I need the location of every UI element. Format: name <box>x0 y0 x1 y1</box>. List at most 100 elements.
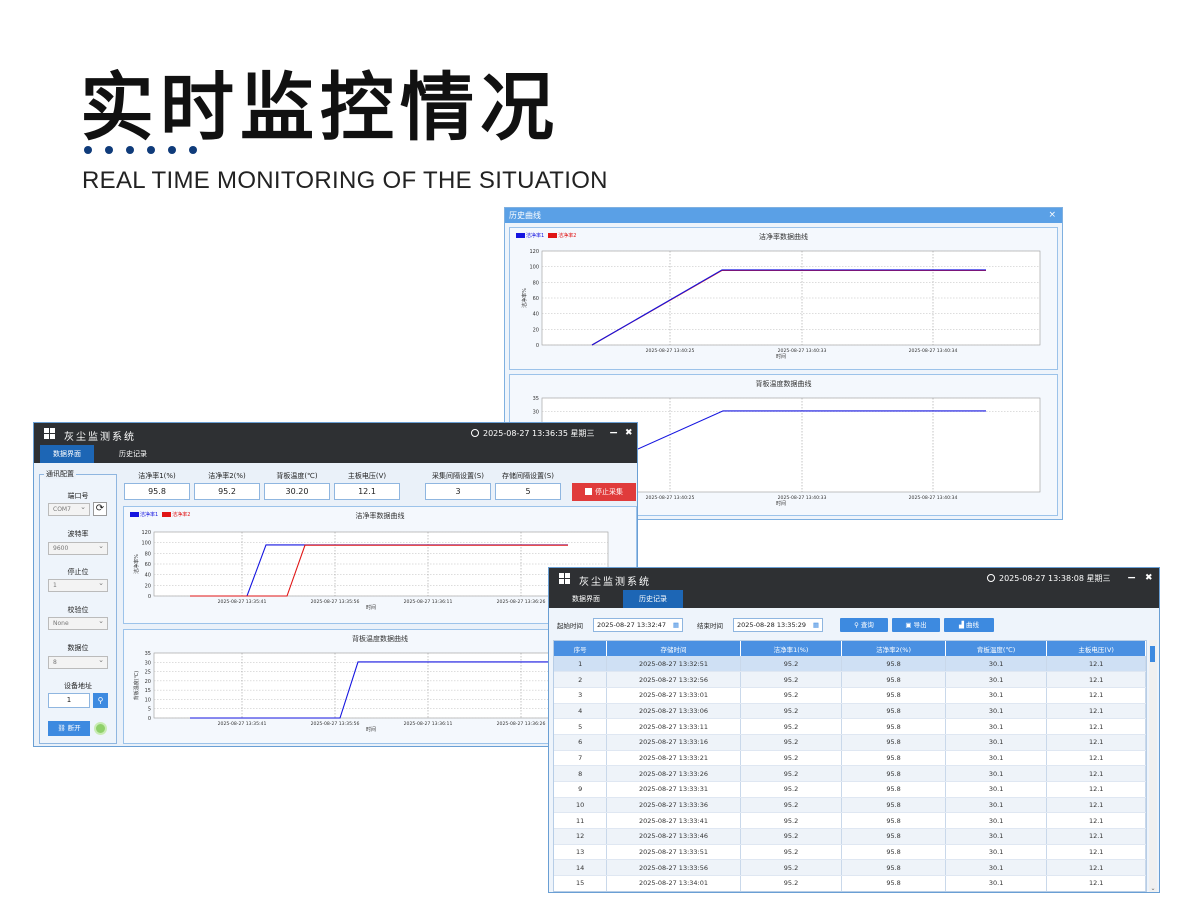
databits-select[interactable]: 8 <box>48 655 108 669</box>
table-scrollbar[interactable]: ⌄ <box>1149 640 1157 892</box>
stop-collection-button[interactable]: 停止采集 <box>572 483 636 501</box>
close-button[interactable]: ✖ <box>625 428 633 438</box>
table-cell: 95.2 <box>740 875 843 891</box>
baud-select[interactable]: 9600 <box>48 541 108 555</box>
history-curve-titlebar: 历史曲线 × <box>505 208 1062 223</box>
search-icon[interactable]: ⚲ <box>93 693 108 708</box>
table-row[interactable]: 12 2025-08-27 13:33:46 95.2 95.8 30.1 12.1 <box>554 828 1146 845</box>
end-time-input[interactable]: 2025-08-28 13:35:29 ▦ <box>733 618 823 632</box>
hw-chart-top-panel: 洁净率1 洁净率2 洁净率数据曲线 120 100 80 60 40 20 0 2025-08… <box>509 227 1058 370</box>
table-cell: 12.1 <box>1046 828 1146 845</box>
tab-history[interactable]: 历史记录 <box>623 590 683 608</box>
hero-title: 实时监控情况 <box>80 65 560 151</box>
parity-label: 校验位 <box>67 606 89 614</box>
table-cell: 95.2 <box>740 828 843 845</box>
calendar-icon[interactable]: ▦ <box>673 619 679 631</box>
chart-icon: ▟ <box>958 621 967 629</box>
plot-area <box>153 531 609 597</box>
table-cell: 2025-08-27 13:33:16 <box>606 734 741 751</box>
curve-button[interactable]: ▟ 曲线 <box>944 618 994 632</box>
table-row[interactable]: 1 2025-08-27 13:32:51 95.2 95.8 30.1 12.1 <box>554 656 1146 673</box>
table-cell: 2025-08-27 13:33:11 <box>606 718 741 735</box>
table-cell: 2025-08-27 13:33:31 <box>606 781 741 798</box>
reading-value: 95.2 <box>194 483 260 500</box>
table-row[interactable]: 14 2025-08-27 13:33:56 95.2 95.8 30.1 12.1 <box>554 859 1146 877</box>
close-icon[interactable]: × <box>1048 208 1056 223</box>
tab-data[interactable]: 数据界面 <box>561 590 611 608</box>
table-row[interactable]: 13 2025-08-27 13:33:51 95.2 95.8 30.1 12.1 <box>554 844 1146 861</box>
refresh-icon[interactable]: ⟳ <box>93 502 107 516</box>
stop-icon <box>585 488 592 495</box>
table-cell: 12.1 <box>1046 875 1146 891</box>
calendar-icon[interactable]: ▦ <box>813 619 819 631</box>
column-header[interactable]: 背板温度(℃) <box>945 641 1048 656</box>
table-cell: 95.2 <box>740 781 843 798</box>
column-header[interactable]: 存储时间 <box>606 641 741 656</box>
x-axis-label: 时间 <box>366 726 376 733</box>
table-row[interactable]: 5 2025-08-27 13:33:11 95.2 95.8 30.1 12.1 <box>554 718 1146 735</box>
port-label: 端口号 <box>67 492 89 500</box>
column-header[interactable]: 序号 <box>554 641 608 656</box>
table-cell: 12.1 <box>1046 718 1146 735</box>
table-row[interactable]: 10 2025-08-27 13:33:36 95.2 95.8 30.1 12.1 <box>554 797 1146 814</box>
app-title: 灰尘监测系统 <box>64 432 136 443</box>
x-tick-label: 2025-08-27 13:35:56 <box>311 599 360 605</box>
table-row[interactable]: 4 2025-08-27 13:33:06 95.2 95.8 30.1 12.1 <box>554 703 1146 720</box>
main-app-titlebar: 灰尘监测系统 2025-08-27 13:36:35 星期三 − ✖ <box>34 423 637 445</box>
reading-label: 背板温度(℃) <box>276 472 318 480</box>
table-cell: 12.1 <box>1046 671 1146 688</box>
reading-value: 12.1 <box>334 483 400 500</box>
query-button[interactable]: ⚲ 查询 <box>840 618 888 632</box>
table-row[interactable]: 7 2025-08-27 13:33:21 95.2 95.8 30.1 12.1 <box>554 750 1146 767</box>
y-tick-label: 0 <box>536 343 539 349</box>
reading-value[interactable]: 3 <box>425 483 491 500</box>
table-cell: 95.8 <box>841 671 946 688</box>
minimize-button[interactable]: − <box>1127 571 1136 584</box>
tab-data[interactable]: 数据界面 <box>40 445 94 463</box>
table-cell: 2025-08-27 13:33:51 <box>606 844 741 861</box>
y-tick-label: 20 <box>145 583 151 589</box>
hero-subtitle: REAL TIME MONITORING OF THE SITUATION <box>82 167 608 194</box>
port-select[interactable]: COM7 <box>48 502 90 516</box>
column-header[interactable]: 主板电压(V) <box>1046 641 1146 656</box>
tab-history[interactable]: 历史记录 <box>108 445 158 463</box>
table-cell: 2025-08-27 13:33:36 <box>606 797 741 814</box>
table-cell: 95.2 <box>740 734 843 751</box>
table-cell: 95.2 <box>740 750 843 767</box>
x-tick-label: 2025-08-27 13:36:26 <box>497 721 546 727</box>
table-row[interactable]: 15 2025-08-27 13:34:01 95.2 95.8 30.1 12.1 <box>554 875 1146 891</box>
column-header[interactable]: 洁净率2(%) <box>841 641 946 656</box>
y-tick-label: 15 <box>145 688 151 694</box>
table-row[interactable]: 3 2025-08-27 13:33:01 95.2 95.8 30.1 12.1 <box>554 687 1146 704</box>
table-cell: 95.8 <box>841 797 946 814</box>
x-tick-label: 2025-08-27 13:36:11 <box>404 599 453 605</box>
table-row[interactable]: 8 2025-08-27 13:33:26 95.2 95.8 30.1 12.1 <box>554 765 1146 782</box>
table-row[interactable]: 6 2025-08-27 13:33:16 95.2 95.8 30.1 12.1 <box>554 734 1146 751</box>
column-header[interactable]: 洁净率1(%) <box>740 641 843 656</box>
x-tick-label: 2025-08-27 13:35:41 <box>218 721 267 727</box>
disconnect-button[interactable]: ⛓ 断开 <box>48 721 90 736</box>
comm-config-title: 通讯配置 <box>44 469 76 479</box>
table-cell: 30.1 <box>945 671 1048 688</box>
table-row[interactable]: 11 2025-08-27 13:33:41 95.2 95.8 30.1 12.1 <box>554 812 1146 830</box>
table-cell: 95.8 <box>841 781 946 798</box>
stopbits-select[interactable]: 1 <box>48 578 108 592</box>
start-time-input[interactable]: 2025-08-27 13:32:47 ▦ <box>593 618 683 632</box>
table-cell: 30.1 <box>945 844 1048 861</box>
minimize-button[interactable]: − <box>609 426 618 439</box>
table-cell: 7 <box>554 750 608 767</box>
export-button[interactable]: ▣ 导出 <box>892 618 940 632</box>
parity-select[interactable]: None <box>48 616 108 630</box>
reading-value[interactable]: 5 <box>495 483 561 500</box>
table-cell: 95.8 <box>841 750 946 767</box>
address-input[interactable]: 1 <box>48 693 90 708</box>
table-cell: 2025-08-27 13:33:46 <box>606 828 741 845</box>
table-row[interactable]: 2 2025-08-27 13:32:56 95.2 95.8 30.1 12.1 <box>554 671 1146 688</box>
close-button[interactable]: ✖ <box>1145 573 1153 583</box>
table-cell: 95.2 <box>740 656 843 673</box>
y-tick-label: 30 <box>533 409 539 415</box>
table-cell: 12.1 <box>1046 797 1146 814</box>
scrollbar-thumb[interactable] <box>1150 646 1155 662</box>
table-row[interactable]: 9 2025-08-27 13:33:31 95.2 95.8 30.1 12.1 <box>554 781 1146 798</box>
scroll-down-icon[interactable]: ⌄ <box>1149 885 1157 892</box>
